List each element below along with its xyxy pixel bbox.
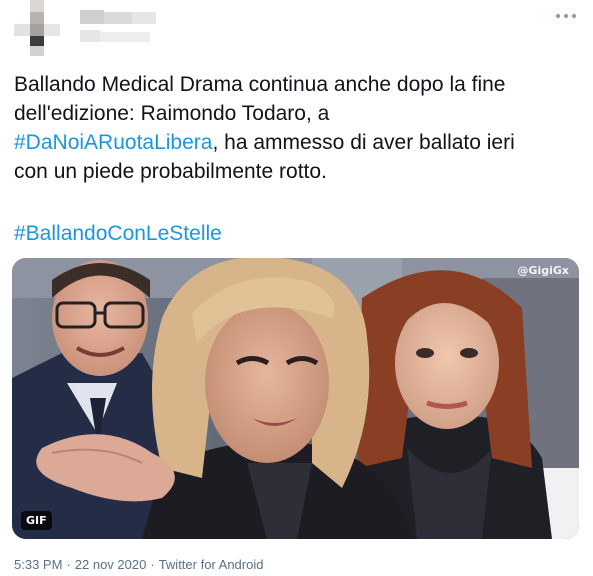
gif-badge: GIF <box>21 511 52 530</box>
more-horizontal-icon[interactable] <box>555 8 577 22</box>
tweet-card: Ballando Medical Drama continua anche do… <box>0 0 593 576</box>
tweet-date[interactable]: 22 nov 2020 <box>75 557 147 572</box>
meta-separator: · <box>66 557 71 572</box>
tweet-text-line: #DaNoiARuotaLibera, ha ammesso di aver b… <box>14 128 579 157</box>
hashtag-link[interactable]: #DaNoiARuotaLibera <box>14 131 212 154</box>
meta-separator: · <box>150 557 155 572</box>
avatar[interactable] <box>14 0 68 58</box>
tweet-text-line: dell'edizione: Raimondo Todaro, a <box>14 102 330 125</box>
tweet-text-line: con un piede probabilmente rotto. <box>14 160 327 183</box>
tweet-source[interactable]: Twitter for Android <box>159 557 264 572</box>
media-watermark: @GigiGx <box>517 264 569 277</box>
tweet-text-fragment: , ha ammesso di aver ballato ieri <box>212 131 515 154</box>
author-name[interactable] <box>80 10 176 46</box>
gif-media[interactable]: @GigiGx GIF <box>12 258 579 539</box>
tweet-text: Ballando Medical Drama continua anche do… <box>14 70 579 186</box>
hashtag-link[interactable]: #BallandoConLeStelle <box>14 219 222 248</box>
tweet-time[interactable]: 5:33 PM <box>14 557 62 572</box>
tweet-meta: 5:33 PM · 22 nov 2020 · Twitter for Android <box>14 557 263 572</box>
gif-frame-image <box>12 258 579 539</box>
tweet-text-line: Ballando Medical Drama continua anche do… <box>14 73 506 96</box>
